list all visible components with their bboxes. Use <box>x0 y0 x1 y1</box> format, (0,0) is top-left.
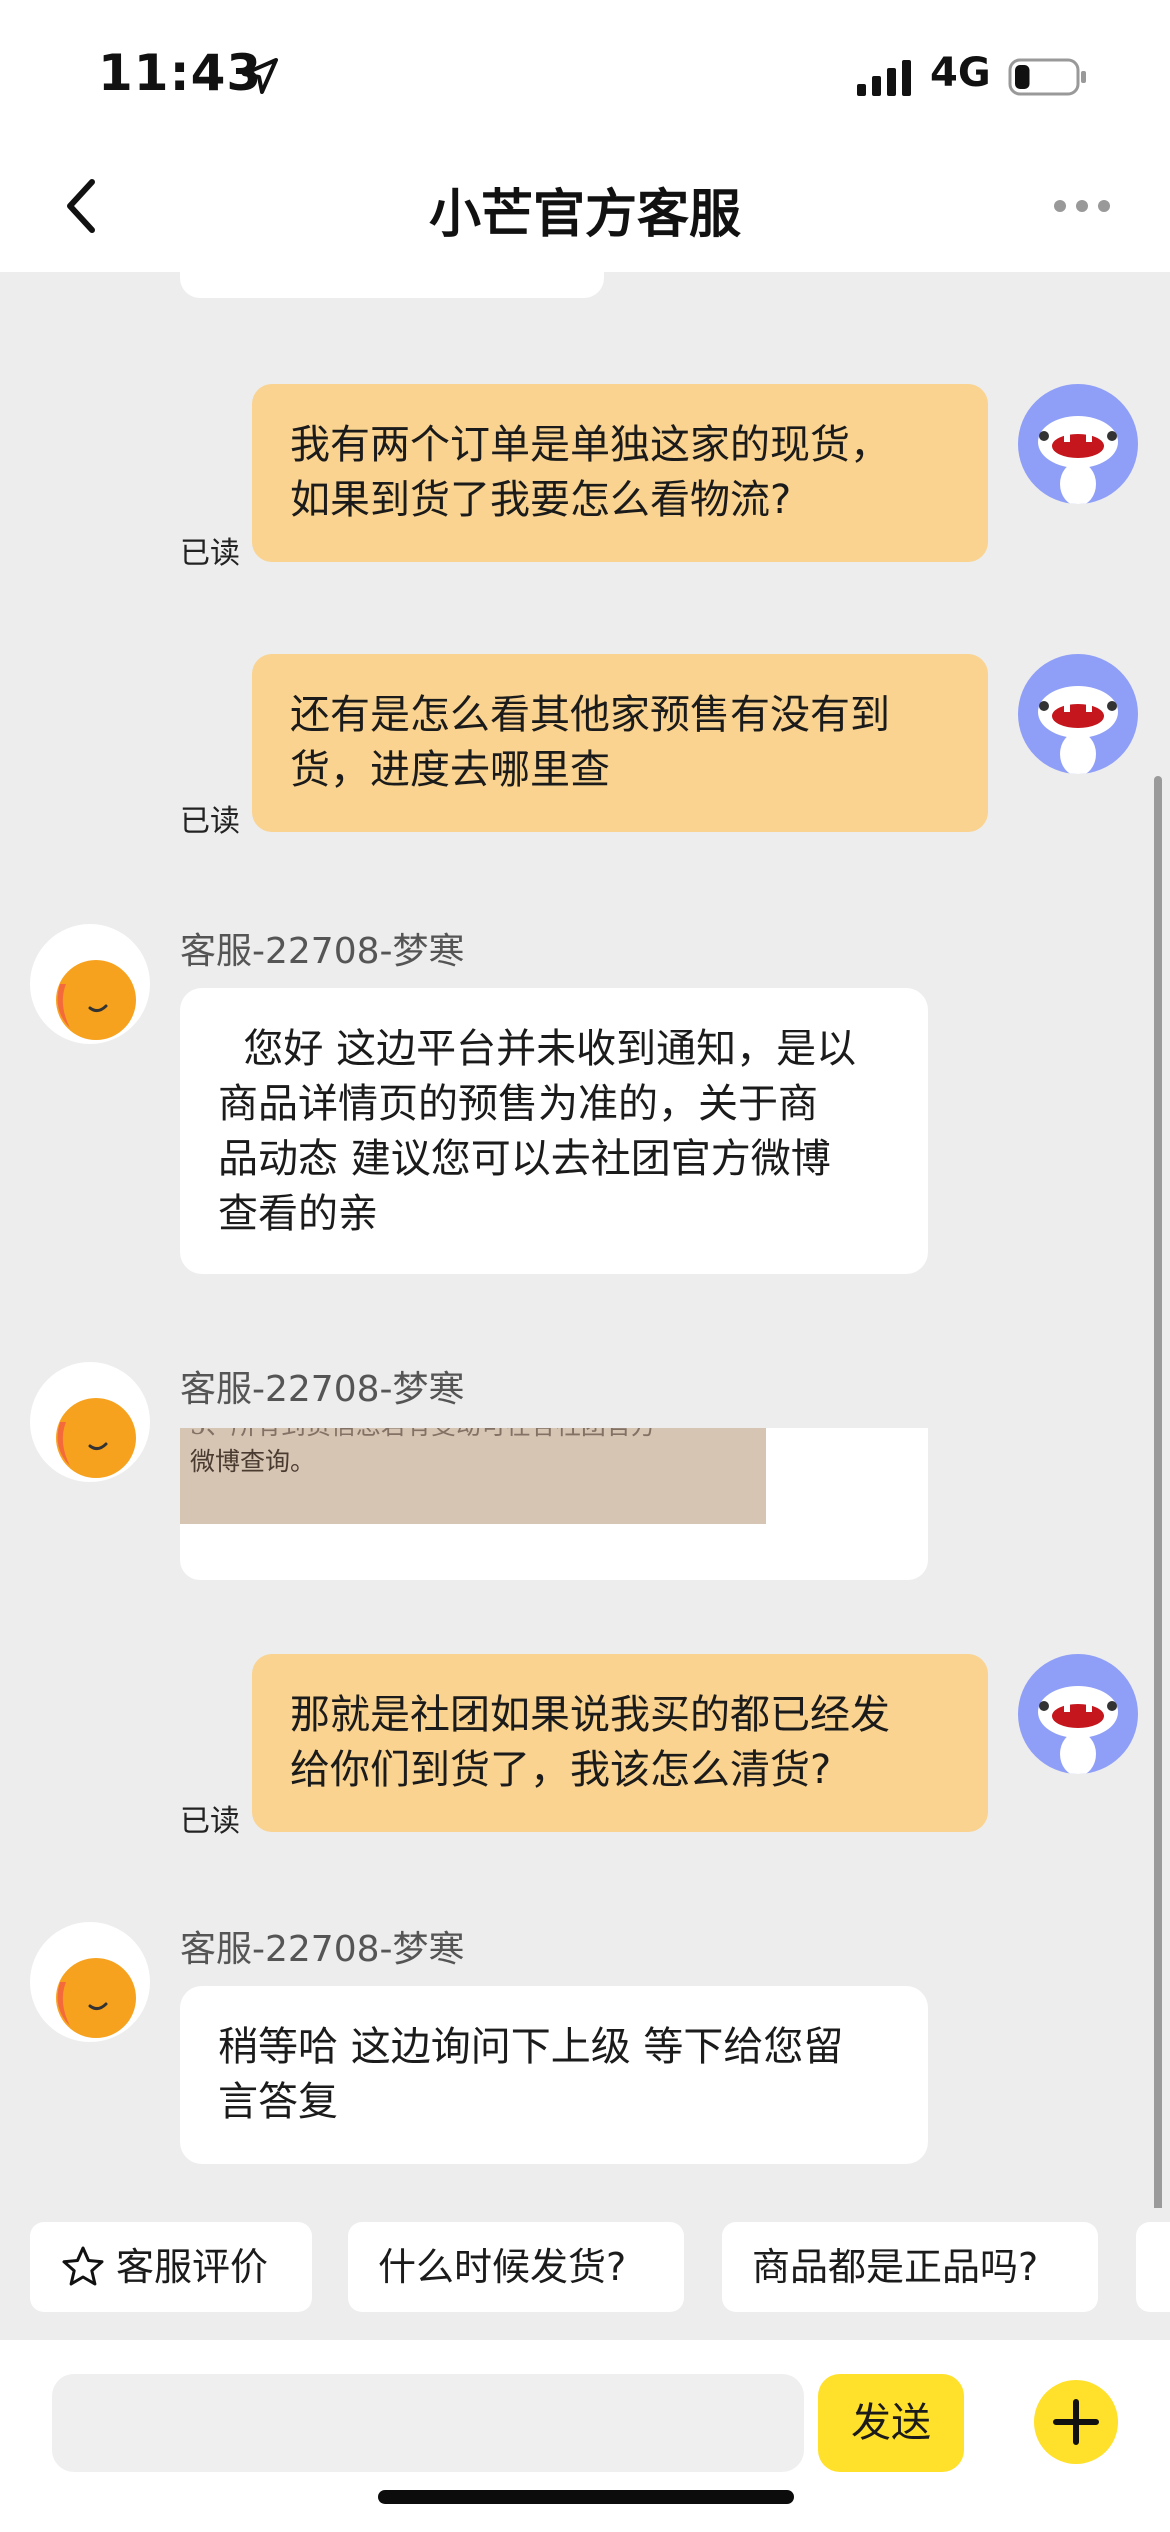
star-outline-icon <box>62 2246 104 2285</box>
agent-avatar[interactable] <box>30 1922 150 2042</box>
quick-reply-rate-service[interactable]: 客服评价 <box>30 2222 312 2312</box>
quick-reply-shipping-time[interactable]: 什么时候发货? <box>348 2222 684 2312</box>
agent-avatar[interactable] <box>30 924 150 1044</box>
read-receipt: 已读 <box>180 536 240 571</box>
mango-logo-icon <box>56 960 136 1040</box>
plus-icon <box>1053 2399 1099 2445</box>
home-indicator <box>378 2490 794 2504</box>
quick-reply-authenticity[interactable]: 商品都是正品吗? <box>722 2222 1098 2312</box>
signal-icon <box>857 60 911 96</box>
message-line: 我有两个订单是单独这家的现货， <box>290 422 890 468</box>
page-title: 小芒官方客服 <box>428 185 741 245</box>
message-line: 给你们到货了，我该怎么清货? <box>290 1747 832 1793</box>
message-input[interactable] <box>52 2374 804 2472</box>
agent-name: 客服-22708-梦寒 <box>180 1929 465 1970</box>
robot-avatar-icon <box>1038 686 1118 774</box>
input-bar: 发送 <box>0 2340 1170 2532</box>
mango-logo-icon <box>56 1398 136 1478</box>
message-line: 那就是社团如果说我买的都已经发 <box>290 1692 890 1738</box>
mango-logo-icon <box>56 1958 136 2038</box>
image-thumbnail[interactable]: 5、所有到货信息若有变动可在各社团官方 微博查询。 <box>180 1428 766 1524</box>
quick-reply-label: 什么时候发货? <box>378 2245 627 2289</box>
location-arrow-icon <box>242 58 278 94</box>
agent-name: 客服-22708-梦寒 <box>180 931 465 972</box>
message-line: 如果到货了我要怎么看物流? <box>290 477 792 523</box>
agent-name: 客服-22708-梦寒 <box>180 1369 465 1410</box>
message-line: 还有是怎么看其他家预售有没有到 <box>290 692 890 738</box>
quick-reply-label: 商品都是正品吗? <box>752 2245 1039 2289</box>
status-time: 11:43 <box>98 44 263 102</box>
read-receipt: 已读 <box>180 1804 240 1839</box>
message-line: 查看的亲 <box>218 1191 378 1237</box>
message-line: 稍等哈 这边询问下上级 等下给您留 <box>218 2024 844 2070</box>
image-message[interactable]: 5、所有到货信息若有变动可在各社团官方 微博查询。 <box>180 1428 928 1580</box>
network-type: 4G <box>930 50 991 96</box>
chat-area[interactable]: 我有两个订单是单独这家的现货， 如果到货了我要怎么看物流? 已读 还有是怎么看其… <box>0 272 1170 2208</box>
robot-avatar-icon <box>1038 1686 1118 1774</box>
quick-reply-more[interactable] <box>1136 2222 1170 2312</box>
previous-message-bubble <box>180 272 604 298</box>
message-line: 言答复 <box>218 2079 338 2125</box>
top-bar: 11:43 4G 小芒官方客服 <box>0 0 1170 272</box>
user-avatar[interactable] <box>1018 654 1138 774</box>
robot-avatar-icon <box>1038 416 1118 504</box>
more-options-icon[interactable] <box>1052 198 1112 214</box>
my-message-bubble[interactable]: 还有是怎么看其他家预售有没有到 货，进度去哪里查 <box>252 654 988 832</box>
add-button[interactable] <box>1034 2380 1118 2464</box>
read-receipt: 已读 <box>180 804 240 839</box>
agent-message-bubble[interactable]: 稍等哈 这边询问下上级 等下给您留 言答复 <box>180 1986 928 2164</box>
agent-message-bubble[interactable]: 您好 这边平台并未收到通知，是以 商品详情页的预售为准的，关于商 品动态 建议您… <box>180 988 928 1274</box>
message-line: 商品详情页的预售为准的，关于商 <box>218 1081 818 1127</box>
my-message-bubble[interactable]: 那就是社团如果说我买的都已经发 给你们到货了，我该怎么清货? <box>252 1654 988 1832</box>
message-line: 您好 这边平台并未收到通知，是以 <box>218 1026 857 1072</box>
my-message-bubble[interactable]: 我有两个订单是单独这家的现货， 如果到货了我要怎么看物流? <box>252 384 988 562</box>
quick-reply-label: 客服评价 <box>116 2245 269 2289</box>
chat-scrollbar[interactable] <box>1154 776 1162 2208</box>
image-text-line: 5、所有到货信息若有变动可在各社团官方 <box>190 1428 756 1444</box>
agent-avatar[interactable] <box>30 1362 150 1482</box>
message-line: 品动态 建议您可以去社团官方微博 <box>218 1136 831 1182</box>
user-avatar[interactable] <box>1018 1654 1138 1774</box>
send-button[interactable]: 发送 <box>818 2374 964 2472</box>
image-text-line: 微博查询。 <box>190 1447 316 1476</box>
battery-icon <box>1008 58 1086 96</box>
message-line: 货，进度去哪里查 <box>290 747 610 793</box>
user-avatar[interactable] <box>1018 384 1138 504</box>
